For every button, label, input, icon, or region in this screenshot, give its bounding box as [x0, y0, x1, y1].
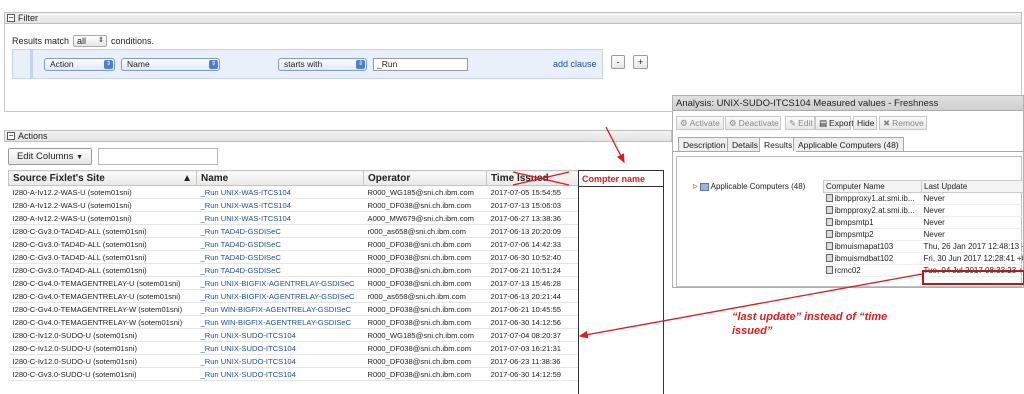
annotation-arrows	[578, 126, 923, 339]
arrow-to-computer-name	[605, 126, 625, 164]
arrow-to-time-column	[578, 273, 923, 339]
